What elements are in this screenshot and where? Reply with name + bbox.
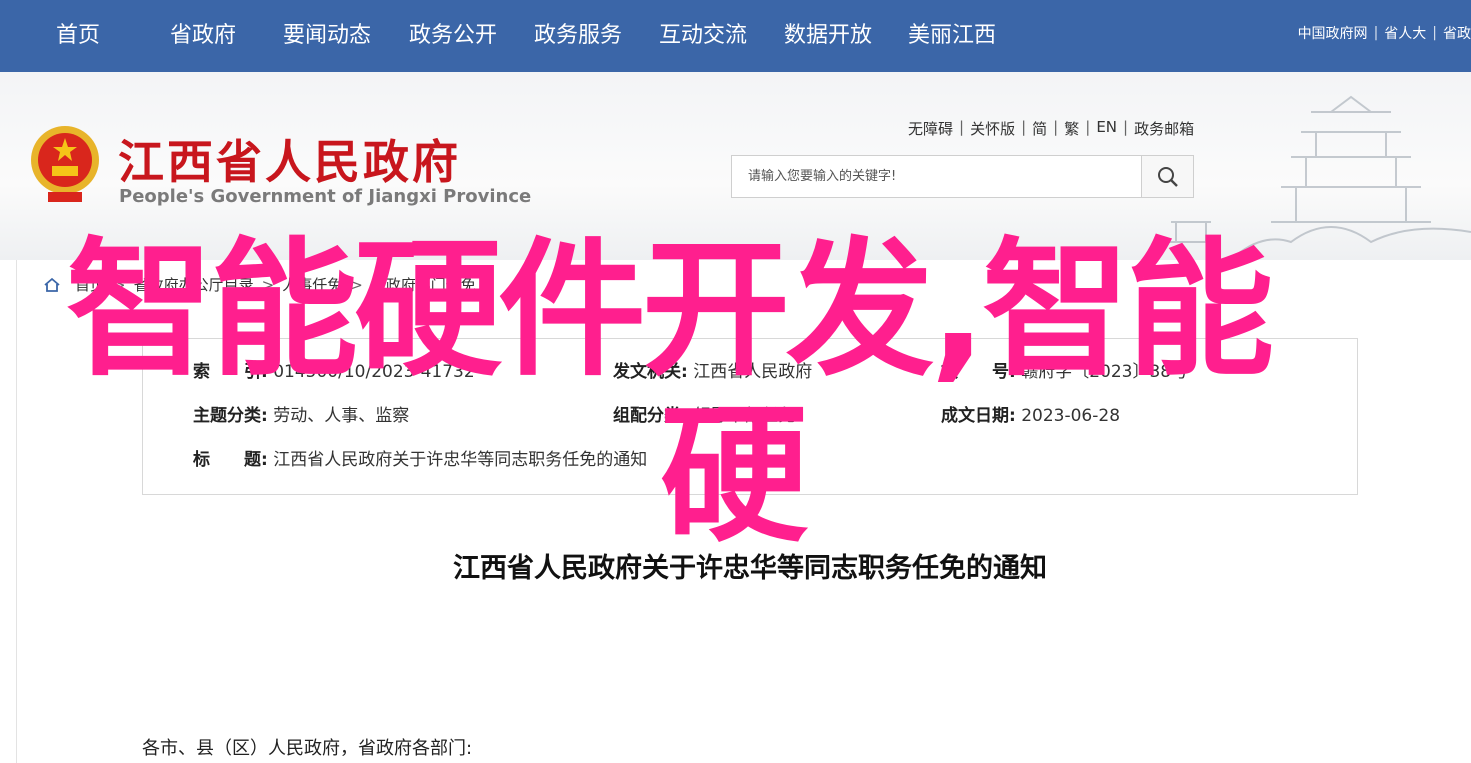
search-button[interactable] (1141, 156, 1193, 197)
breadcrumb-separator: > (113, 275, 126, 294)
link-provincial-congress[interactable]: 省人大 (1384, 23, 1426, 43)
nav-item-interaction[interactable]: 互动交流 (659, 0, 747, 72)
divider: | (1373, 25, 1379, 41)
meta-docno: 文 号: 赣府字〔2023〕38号 (941, 357, 1188, 387)
nav-item-home[interactable]: 首页 (56, 0, 100, 72)
divider: | (1053, 118, 1059, 136)
meta-issuer: 发文机关: 江西省人民政府 (613, 357, 812, 387)
breadcrumb: 首页 > 省政府办公厅目录 > 人事任免 > 省政府部门任免 (43, 274, 476, 295)
divider: | (959, 118, 965, 136)
meta-issuer-value: 江西省人民政府 (693, 362, 813, 382)
home-icon[interactable] (43, 277, 61, 293)
link-traditional[interactable]: 繁 (1064, 118, 1079, 139)
utility-links: 无障碍 | 关怀版 | 简 | 繁 | EN | 政务邮箱 (908, 118, 1194, 139)
meta-title-value: 江西省人民政府关于许忠华等同志职务任免的通知 (273, 450, 648, 470)
site-subtitle-en: People's Government of Jiangxi Province (119, 186, 532, 207)
meta-genre: 组配分类: 领导干部任免 (613, 401, 795, 431)
meta-docno-value: 赣府字〔2023〕38号 (1021, 362, 1189, 382)
national-emblem-icon (31, 126, 99, 202)
site-header: 江西省人民政府 People's Government of Jiangxi P… (0, 72, 1471, 260)
search-icon (1157, 166, 1178, 187)
top-nav: 首页 省政府 要闻动态 政务公开 政务服务 互动交流 数据开放 美丽江西 中国政… (0, 0, 1471, 72)
top-external-links: 中国政府网 | 省人大 | 省政 (1298, 22, 1471, 44)
meta-docno-label: 文 号 (941, 362, 1009, 382)
meta-index: 索 引: 014500/10/2023-41732 (193, 357, 475, 387)
meta-topic: 主题分类: 劳动、人事、监察 (193, 401, 409, 431)
document-salutation: 各市、县（区）人民政府，省政府各部门: (142, 738, 473, 759)
meta-index-label: 索 引 (193, 362, 261, 382)
breadcrumb-separator: > (261, 275, 275, 294)
meta-date-label: 成文日期 (941, 406, 1009, 426)
meta-genre-label: 组配分类 (613, 406, 681, 426)
link-english[interactable]: EN (1096, 118, 1117, 139)
meta-index-value: 014500/10/2023-41732 (273, 362, 475, 382)
divider: | (1432, 25, 1437, 41)
meta-title: 标 题: 江西省人民政府关于许忠华等同志职务任免的通知 (193, 445, 647, 475)
search-box (731, 155, 1194, 198)
nav-item-news[interactable]: 要闻动态 (283, 0, 371, 72)
meta-date: 成文日期: 2023-06-28 (941, 401, 1120, 431)
divider: | (1085, 118, 1091, 136)
link-care-mode[interactable]: 关怀版 (970, 118, 1015, 139)
nav-item-beautiful-jiangxi[interactable]: 美丽江西 (908, 0, 996, 72)
meta-issuer-label: 发文机关 (613, 362, 681, 382)
nav-item-gov-services[interactable]: 政务服务 (534, 0, 622, 72)
meta-genre-value: 领导干部任免 (693, 406, 796, 426)
link-gov-mail[interactable]: 政务邮箱 (1134, 118, 1194, 139)
search-input[interactable] (732, 156, 1142, 197)
divider: | (1123, 118, 1129, 136)
breadcrumb-office-catalog[interactable]: 省政府办公厅目录 (134, 274, 254, 295)
nav-item-gov-affairs-open[interactable]: 政务公开 (409, 0, 497, 72)
divider: | (1021, 118, 1027, 136)
meta-title-label: 标 题 (193, 450, 261, 470)
breadcrumb-separator: > (350, 275, 363, 294)
breadcrumb-personnel[interactable]: 人事任免 (282, 274, 342, 295)
meta-topic-value: 劳动、人事、监察 (273, 406, 410, 426)
breadcrumb-home[interactable]: 首页 (75, 274, 105, 295)
meta-date-value: 2023-06-28 (1021, 406, 1121, 426)
link-provincial-cppcc[interactable]: 省政 (1443, 23, 1471, 43)
nav-item-provincial-gov[interactable]: 省政府 (170, 0, 236, 72)
nav-item-open-data[interactable]: 数据开放 (784, 0, 872, 72)
main-content: 首页 > 省政府办公厅目录 > 人事任免 > 省政府部门任免 索 引: 0145… (16, 260, 1471, 763)
link-accessibility[interactable]: 无障碍 (908, 118, 953, 139)
breadcrumb-dept-appointments[interactable]: 省政府部门任免 (371, 274, 476, 295)
link-simplified[interactable]: 简 (1032, 118, 1047, 139)
document-metadata-table: 索 引: 014500/10/2023-41732 发文机关: 江西省人民政府 … (142, 338, 1358, 495)
site-title[interactable]: 江西省人民政府 (118, 126, 461, 192)
link-china-gov[interactable]: 中国政府网 (1298, 23, 1368, 43)
meta-topic-label: 主题分类 (193, 406, 261, 426)
document-title: 江西省人民政府关于许忠华等同志职务任免的通知 (453, 553, 1047, 584)
